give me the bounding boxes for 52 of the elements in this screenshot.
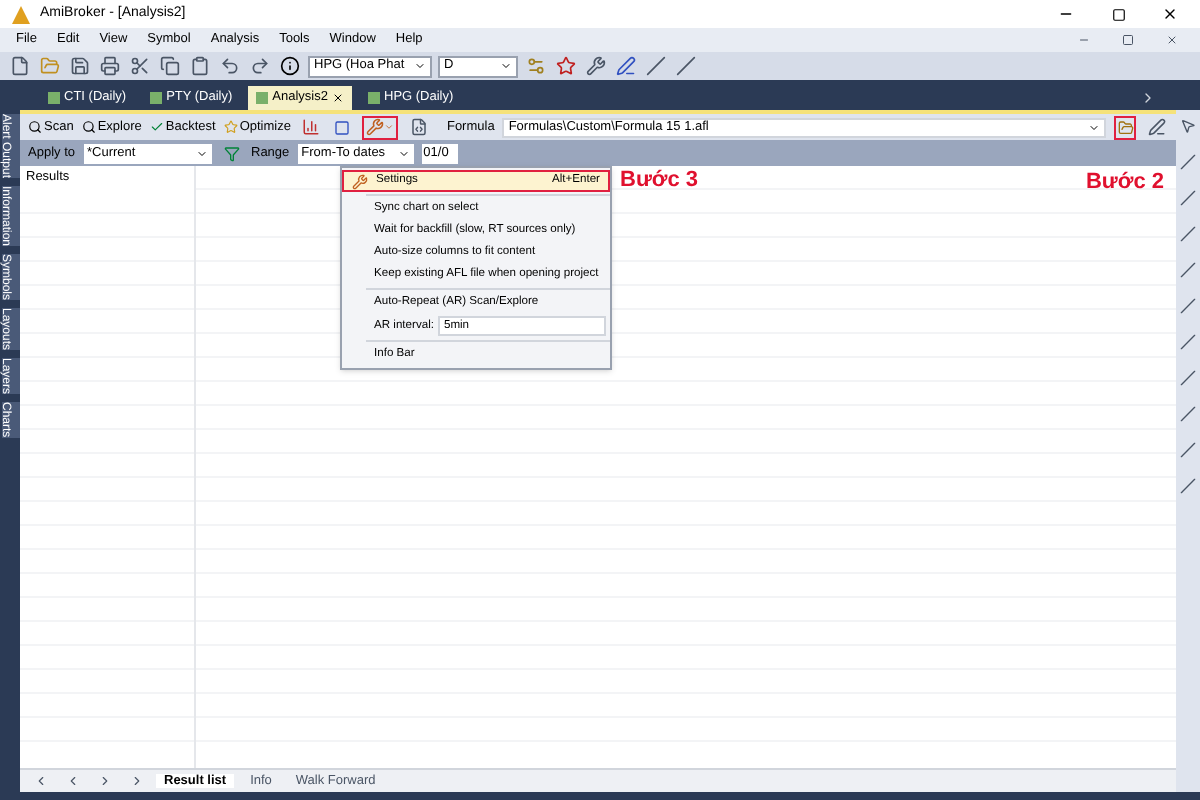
chart-icon: [256, 92, 269, 104]
line-icon[interactable]: [1176, 474, 1200, 498]
edit-icon[interactable]: [1144, 115, 1168, 139]
search-icon: [81, 119, 96, 134]
bar-chart-icon[interactable]: [298, 115, 323, 139]
redo-icon[interactable]: [248, 54, 272, 78]
paste-icon[interactable]: [188, 54, 212, 78]
line-icon[interactable]: [1176, 402, 1200, 426]
caret-icon: [195, 147, 207, 159]
printer-icon[interactable]: [98, 54, 122, 78]
line-icon[interactable]: [674, 54, 698, 78]
search-icon: [28, 119, 42, 134]
new-file-icon[interactable]: [8, 54, 32, 78]
chart-icon: [368, 92, 380, 104]
annotation-label: Bước 3: [620, 168, 699, 195]
close-icon: [1162, 6, 1178, 22]
annotation-label: Bước 2: [1085, 170, 1164, 197]
undo-icon[interactable]: [218, 54, 242, 78]
cursor-icon[interactable]: [1176, 114, 1200, 138]
copy-icon[interactable]: [158, 54, 182, 78]
caret-icon: [414, 60, 426, 72]
line-icon[interactable]: [1176, 222, 1200, 246]
chart-icon: [48, 92, 60, 104]
line-icon[interactable]: [1176, 294, 1200, 318]
open-formula-button[interactable]: [1114, 115, 1136, 139]
close-icon[interactable]: [332, 92, 344, 104]
line-icon[interactable]: [1176, 366, 1200, 390]
line-icon[interactable]: [1176, 186, 1200, 210]
line-icon[interactable]: [1176, 258, 1200, 282]
line-icon[interactable]: [1176, 150, 1200, 174]
star-icon[interactable]: [554, 54, 578, 78]
wrench-icon[interactable]: [584, 54, 608, 78]
line-icon[interactable]: [1176, 438, 1200, 462]
maximize-icon: [1111, 7, 1125, 21]
settings-button[interactable]: [362, 115, 399, 139]
caret-icon: [384, 122, 395, 132]
info-icon[interactable]: [278, 54, 302, 78]
line-icon[interactable]: [1176, 330, 1200, 354]
check-icon: [149, 119, 164, 134]
chart-icon: [150, 92, 163, 104]
document-icon[interactable]: [406, 115, 431, 139]
caret-icon: [1088, 121, 1100, 133]
line-icon[interactable]: [644, 54, 668, 78]
caret-icon: [500, 60, 512, 72]
wrench-icon: [348, 169, 372, 193]
pen-icon[interactable]: [614, 54, 638, 78]
wrench-icon: [366, 118, 385, 136]
caret-icon: [397, 147, 410, 159]
scissors-icon[interactable]: [128, 54, 152, 78]
folder-icon: [1117, 119, 1133, 135]
star-icon: [223, 119, 238, 134]
save-icon[interactable]: [68, 54, 92, 78]
